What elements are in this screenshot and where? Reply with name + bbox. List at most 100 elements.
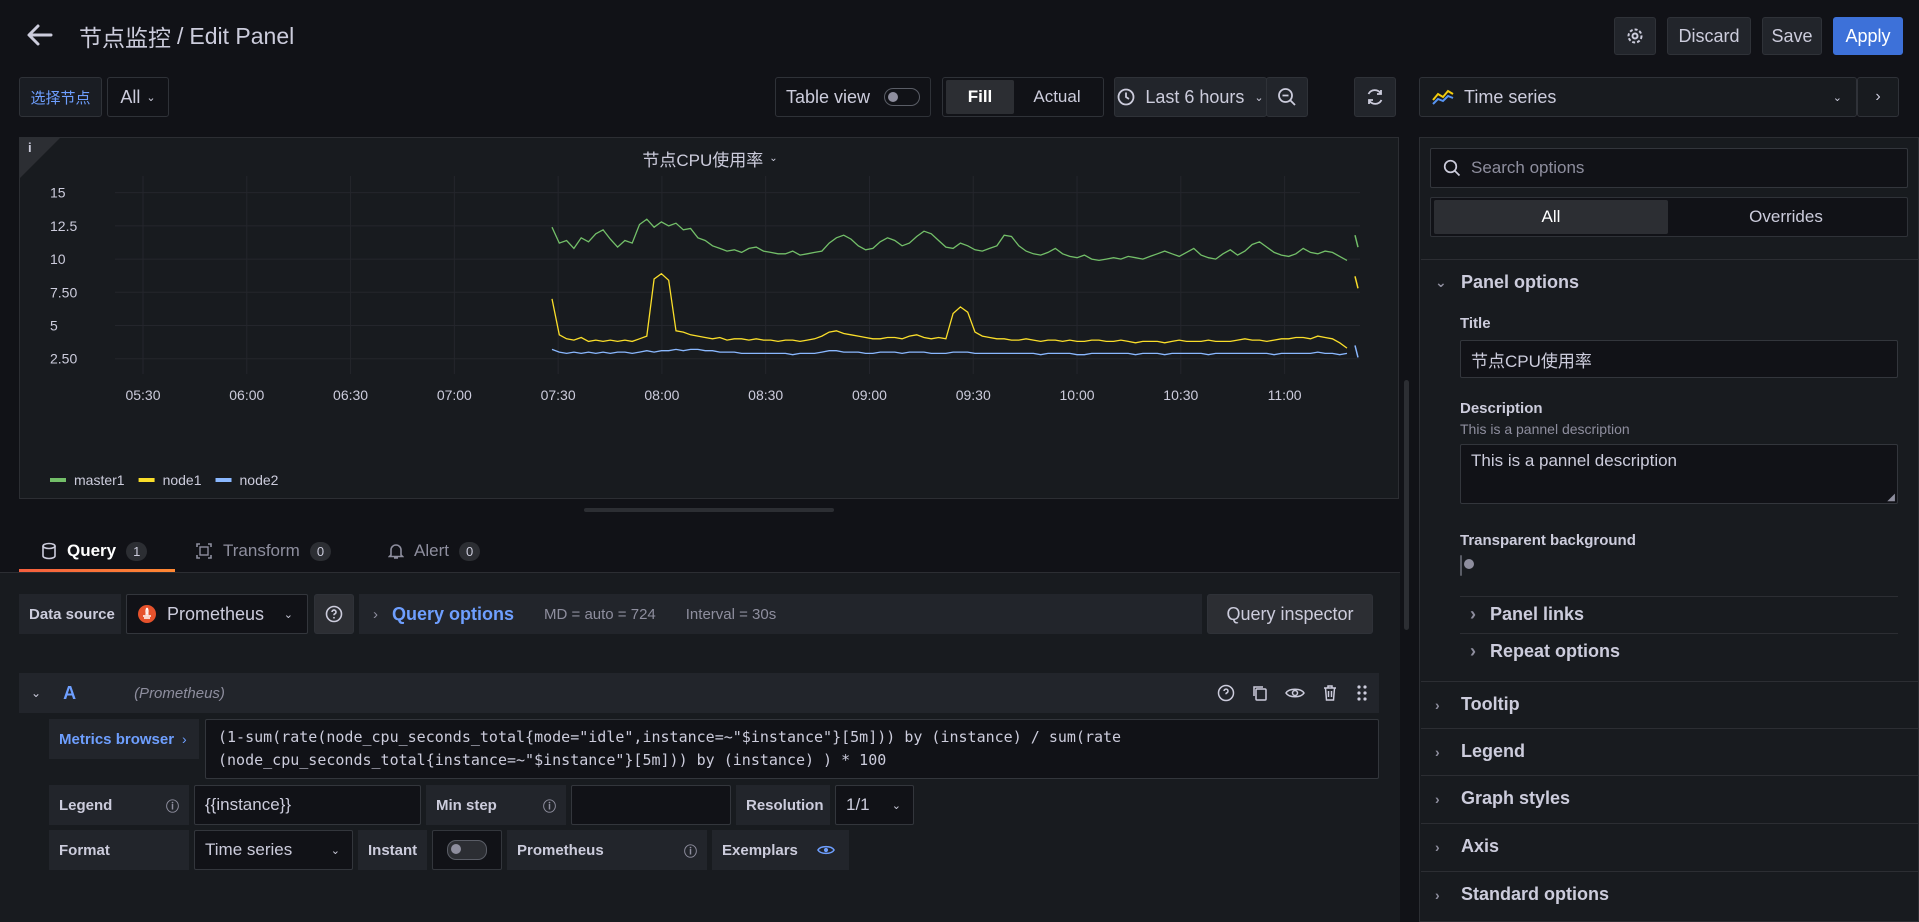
- transparent-bg-toggle[interactable]: [1460, 555, 1462, 576]
- query-expression-input[interactable]: (1-sum(rate(node_cpu_seconds_total{mode=…: [205, 719, 1379, 779]
- legend-item-master1[interactable]: master1: [74, 472, 125, 488]
- resize-grip-icon[interactable]: ◢: [1887, 492, 1895, 503]
- graph-styles-section[interactable]: › Graph styles: [1421, 775, 1919, 821]
- time-range-picker[interactable]: Last 6 hours ⌄: [1114, 77, 1267, 117]
- chevron-down-icon: ⌄: [1435, 274, 1447, 290]
- x-tick-label: 07:00: [437, 387, 472, 403]
- resolution-select[interactable]: 1/1 ⌄: [835, 785, 914, 825]
- fill-button[interactable]: Fill: [946, 80, 1014, 114]
- chevron-down-icon: ⌄: [1832, 91, 1842, 104]
- repeat-options-section[interactable]: › Repeat options: [1460, 633, 1898, 669]
- instant-toggle-wrapper: [432, 830, 502, 870]
- min-step-label: Min step ⓘ: [426, 785, 566, 825]
- copy-icon[interactable]: [1251, 684, 1269, 702]
- legend-item-node1[interactable]: node1: [163, 472, 202, 488]
- tab-alert[interactable]: Alert 0: [388, 530, 508, 572]
- prometheus-icon: [138, 605, 156, 623]
- back-button[interactable]: [24, 20, 56, 52]
- resolution-label: Resolution: [736, 785, 830, 825]
- clock-icon: [1117, 88, 1135, 106]
- datasource-help-button[interactable]: [314, 594, 354, 634]
- tab-alert-count: 0: [458, 541, 481, 561]
- save-button[interactable]: Save: [1762, 17, 1822, 55]
- transparent-bg-label: Transparent background: [1460, 532, 1636, 549]
- query-ref-id[interactable]: A: [63, 683, 76, 704]
- query-tabs: Query 1 Transform 0 Alert 0: [19, 530, 1399, 572]
- title-option-input[interactable]: 节点CPU使用率: [1460, 340, 1898, 378]
- instant-toggle[interactable]: [447, 840, 487, 860]
- chevron-right-icon: ›: [1470, 604, 1476, 624]
- panel-options-section[interactable]: ⌄ Panel options: [1421, 259, 1919, 305]
- title-option-value: 节点CPU使用率: [1471, 351, 1592, 371]
- chevron-down-icon: ⌄: [891, 799, 901, 812]
- tab-query-label: Query: [67, 541, 117, 560]
- instant-label: Instant: [358, 830, 427, 870]
- datasource-label: Data source: [19, 594, 121, 634]
- format-select[interactable]: Time series ⌄: [194, 830, 353, 870]
- legend-section[interactable]: › Legend: [1421, 728, 1919, 774]
- actual-button[interactable]: Actual: [1014, 80, 1100, 114]
- legend-value: {{instance}}: [205, 795, 292, 814]
- search-options-input[interactable]: Search options: [1430, 148, 1908, 188]
- time-series-icon: [1432, 89, 1454, 105]
- table-view-toggle[interactable]: Table view: [775, 77, 931, 117]
- zoom-out-button[interactable]: [1266, 77, 1308, 117]
- variable-label: 选择节点: [19, 77, 102, 117]
- query-area-scrollbar[interactable]: [1404, 380, 1409, 630]
- refresh-icon: [1367, 89, 1383, 105]
- eye-icon[interactable]: [1285, 684, 1305, 702]
- question-circle-icon[interactable]: [1217, 684, 1235, 702]
- drag-handle-icon[interactable]: [1355, 684, 1369, 702]
- tab-overrides[interactable]: Overrides: [1668, 200, 1904, 234]
- legend-input[interactable]: {{instance}}: [194, 785, 421, 825]
- y-tick-label: 15: [50, 185, 66, 201]
- chevron-right-icon: ›: [373, 605, 378, 623]
- collapse-options-button[interactable]: ›: [1857, 77, 1899, 117]
- panel-options-label: Panel options: [1461, 272, 1580, 292]
- repeat-options-label: Repeat options: [1490, 641, 1621, 661]
- eye-icon[interactable]: [817, 843, 835, 857]
- tab-transform-count: 0: [309, 541, 332, 561]
- refresh-button[interactable]: [1354, 77, 1396, 117]
- settings-button[interactable]: [1614, 17, 1656, 55]
- min-step-input[interactable]: [571, 785, 731, 825]
- tab-query[interactable]: Query 1: [19, 530, 175, 572]
- trash-icon[interactable]: [1321, 684, 1339, 702]
- metrics-browser-button[interactable]: Metrics browser ›: [49, 719, 199, 759]
- collapse-query-icon[interactable]: ⌄: [31, 686, 41, 700]
- transform-icon: [196, 543, 212, 559]
- series-last-point-master1: [1354, 234, 1359, 248]
- min-step-label-text: Min step: [436, 796, 497, 814]
- axis-section[interactable]: › Axis: [1421, 823, 1919, 869]
- arrow-left-icon: [27, 24, 53, 46]
- panel-links-section[interactable]: › Panel links: [1460, 596, 1898, 632]
- query-options-label[interactable]: Query options: [392, 604, 514, 625]
- query-row-actions: [1217, 684, 1369, 702]
- search-options-placeholder: Search options: [1471, 158, 1585, 177]
- resize-handle[interactable]: [584, 508, 834, 512]
- apply-button[interactable]: Apply: [1833, 17, 1903, 55]
- table-view-switch[interactable]: [884, 88, 921, 106]
- breadcrumb: 节点监控 / Edit Panel: [79, 20, 294, 52]
- format-value: Time series: [205, 840, 293, 859]
- tab-all[interactable]: All: [1434, 200, 1668, 234]
- breadcrumb-folder[interactable]: 节点监控: [79, 19, 171, 53]
- table-view-label: Table view: [785, 86, 871, 107]
- time-series-chart[interactable]: 15 12.5 10 7.50 5 2.50 05:30 06:00 06:30 07:00 07:…: [20, 138, 1400, 500]
- query-inspector-button[interactable]: Query inspector: [1207, 594, 1373, 634]
- description-option-textarea[interactable]: This is a pannel description ◢: [1460, 444, 1898, 504]
- visualization-picker[interactable]: Time series ⌄: [1419, 77, 1857, 117]
- tab-transform[interactable]: Transform 0: [195, 530, 345, 572]
- query-options-bar[interactable]: › Query options MD = auto = 724 Interval…: [359, 594, 1202, 634]
- variable-select[interactable]: All ⌄: [107, 77, 169, 117]
- tab-query-count: 1: [126, 541, 148, 561]
- standard-options-section[interactable]: › Standard options: [1421, 871, 1919, 917]
- x-tick-label: 09:00: [852, 387, 887, 403]
- datasource-select[interactable]: Prometheus ⌄: [126, 594, 308, 634]
- legend-item-node2[interactable]: node2: [240, 472, 279, 488]
- discard-button[interactable]: Discard: [1667, 17, 1751, 55]
- chevron-right-icon: ›: [1875, 88, 1881, 105]
- tooltip-section[interactable]: › Tooltip: [1421, 681, 1919, 727]
- y-tick-label: 7.50: [50, 284, 77, 300]
- chevron-down-icon: ⌄: [1254, 91, 1264, 104]
